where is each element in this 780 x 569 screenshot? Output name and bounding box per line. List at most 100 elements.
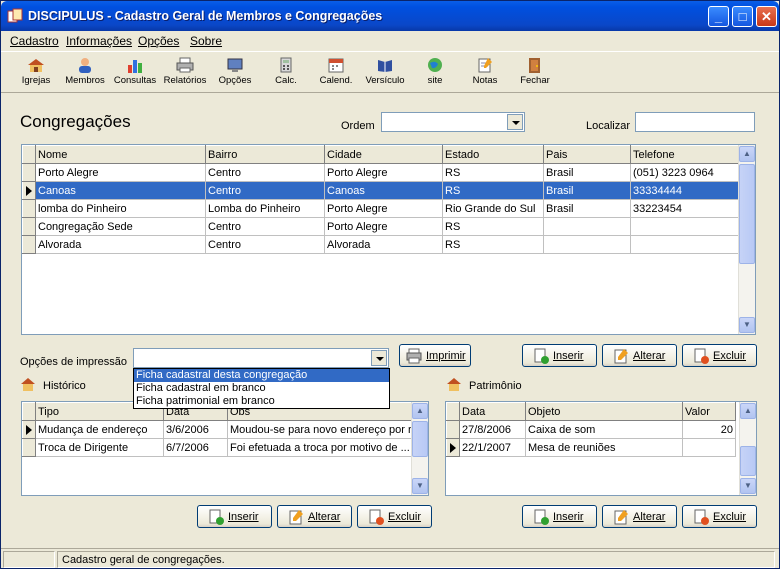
- minimize-button[interactable]: _: [708, 6, 729, 27]
- scroll-up-icon[interactable]: ▲: [739, 146, 755, 162]
- print-option[interactable]: Ficha cadastral desta congregação: [134, 369, 389, 382]
- table-cell[interactable]: RS: [442, 217, 544, 236]
- table-cell[interactable]: Porto Alegre: [35, 163, 206, 182]
- table-cell[interactable]: Porto Alegre: [324, 163, 443, 182]
- maximize-button[interactable]: □: [732, 6, 753, 27]
- table-cell[interactable]: [543, 217, 631, 236]
- congregations-column-header[interactable]: Nome: [35, 145, 206, 164]
- table-cell[interactable]: Centro: [205, 163, 325, 182]
- patrimony-insert-button[interactable]: Inserir: [522, 505, 597, 528]
- toolbar-igrejas-button[interactable]: Igrejas: [11, 55, 61, 91]
- row-indicator[interactable]: [446, 438, 460, 457]
- table-cell[interactable]: Rio Grande do Sul: [442, 199, 544, 218]
- congregations-column-header[interactable]: Telefone: [630, 145, 739, 164]
- row-indicator[interactable]: [22, 438, 36, 457]
- menu-sobre[interactable]: Sobre: [190, 34, 222, 48]
- toolbar-consultas-button[interactable]: Consultas: [110, 55, 160, 91]
- history-edit-button[interactable]: Alterar: [277, 505, 352, 528]
- patrimony-column-header[interactable]: Data: [459, 402, 526, 421]
- patrimony-scrollbar[interactable]: ▲ ▼: [739, 402, 756, 495]
- table-row[interactable]: Porto Alegre Centro Porto Alegre RS Brasil (0…: [22, 163, 739, 182]
- history-scrollbar[interactable]: ▲ ▼: [411, 402, 428, 495]
- congregation-edit-button[interactable]: Alterar: [602, 344, 677, 367]
- table-cell[interactable]: Porto Alegre: [324, 199, 443, 218]
- table-row[interactable]: Congregação Sede Centro Porto Alegre RS: [22, 217, 739, 236]
- table-cell[interactable]: (051) 3223 0964: [630, 163, 739, 182]
- table-cell[interactable]: Brasil: [543, 199, 631, 218]
- table-cell[interactable]: RS: [442, 235, 544, 254]
- table-cell[interactable]: 33223454: [630, 199, 739, 218]
- menu-opcoes[interactable]: Opções: [138, 34, 179, 48]
- row-indicator[interactable]: [22, 181, 36, 200]
- table-cell[interactable]: Canoas: [324, 181, 443, 200]
- table-cell[interactable]: [682, 438, 736, 457]
- patrimony-column-header[interactable]: Objeto: [525, 402, 683, 421]
- table-cell[interactable]: Centro: [205, 235, 325, 254]
- print-options-select[interactable]: [133, 348, 389, 368]
- history-grid[interactable]: Tipo Data Obs Mudança de endereço 3/6/2006 M…: [21, 401, 429, 496]
- history-insert-button[interactable]: Inserir: [197, 505, 272, 528]
- scroll-up-icon[interactable]: ▲: [740, 403, 756, 419]
- toolbar-site-button[interactable]: site: [410, 55, 460, 91]
- table-cell[interactable]: [630, 217, 739, 236]
- toolbar-calc-button[interactable]: Calc.: [261, 55, 311, 91]
- table-row[interactable]: 22/1/2007 Mesa de reuniões: [446, 438, 736, 457]
- toolbar-notas-button[interactable]: Notas: [460, 55, 510, 91]
- table-row[interactable]: 27/8/2006 Caixa de som 20: [446, 420, 736, 439]
- table-cell[interactable]: RS: [442, 163, 544, 182]
- table-cell[interactable]: Canoas: [35, 181, 206, 200]
- table-cell[interactable]: 22/1/2007: [459, 438, 526, 457]
- table-row[interactable]: Troca de Dirigente 6/7/2006 Foi efetuada a…: [22, 438, 415, 457]
- table-cell[interactable]: lomba do Pinheiro: [35, 199, 206, 218]
- row-indicator[interactable]: [22, 235, 36, 254]
- table-cell[interactable]: 6/7/2006: [163, 438, 228, 457]
- table-row[interactable]: lomba do Pinheiro Lomba do Pinheiro Porto …: [22, 199, 739, 218]
- scroll-down-icon[interactable]: ▼: [740, 478, 756, 494]
- toolbar-relatorios-button[interactable]: Relatórios: [160, 55, 210, 91]
- print-button[interactable]: Imprimir: [399, 344, 471, 367]
- table-cell[interactable]: Mesa de reuniões: [525, 438, 683, 457]
- table-cell[interactable]: Brasil: [543, 181, 631, 200]
- chevron-down-icon[interactable]: [507, 114, 523, 130]
- print-option[interactable]: Ficha cadastral em branco: [134, 382, 389, 395]
- congregations-grid[interactable]: Nome Bairro Cidade Estado Pais Telefone Porto…: [21, 144, 756, 335]
- row-indicator[interactable]: [446, 420, 460, 439]
- congregations-column-header[interactable]: Cidade: [324, 145, 443, 164]
- patrimony-delete-button[interactable]: Excluir: [682, 505, 757, 528]
- menu-informacoes[interactable]: Informações: [66, 34, 132, 48]
- row-indicator[interactable]: [22, 163, 36, 182]
- toolbar-membros-button[interactable]: Membros: [60, 55, 110, 91]
- congregation-insert-button[interactable]: Inserir: [522, 344, 597, 367]
- table-cell[interactable]: Lomba do Pinheiro: [205, 199, 325, 218]
- table-cell[interactable]: Foi efetuada a troca por motivo de ...: [227, 438, 415, 457]
- row-indicator[interactable]: [22, 420, 36, 439]
- table-cell[interactable]: Mudança de endereço: [35, 420, 164, 439]
- chevron-down-icon[interactable]: [371, 350, 387, 366]
- congregations-column-header[interactable]: Estado: [442, 145, 544, 164]
- congregations-column-header[interactable]: Bairro: [205, 145, 325, 164]
- patrimony-column-header[interactable]: Valor: [682, 402, 736, 421]
- scroll-down-icon[interactable]: ▼: [739, 317, 755, 333]
- toolbar-versiculo-button[interactable]: Versículo: [360, 55, 410, 91]
- row-indicator[interactable]: [22, 217, 36, 236]
- title-bar[interactable]: DISCIPULUS - Cadastro Geral de Membros e…: [1, 1, 779, 31]
- scroll-thumb[interactable]: [739, 164, 755, 264]
- scroll-up-icon[interactable]: ▲: [412, 403, 428, 419]
- search-input[interactable]: [635, 112, 755, 132]
- order-select[interactable]: [381, 112, 525, 132]
- history-delete-button[interactable]: Excluir: [357, 505, 432, 528]
- toolbar-opcoes-button[interactable]: Opções: [210, 55, 260, 91]
- patrimony-edit-button[interactable]: Alterar: [602, 505, 677, 528]
- table-cell[interactable]: Brasil: [543, 163, 631, 182]
- scroll-down-icon[interactable]: ▼: [412, 478, 428, 494]
- table-cell[interactable]: Moudou-se para novo endereço por r: [227, 420, 415, 439]
- table-cell[interactable]: [543, 235, 631, 254]
- table-cell[interactable]: Troca de Dirigente: [35, 438, 164, 457]
- table-cell[interactable]: Centro: [205, 181, 325, 200]
- toolbar-calend-button[interactable]: Calend.: [311, 55, 361, 91]
- scroll-thumb[interactable]: [740, 446, 756, 476]
- table-cell[interactable]: 20: [682, 420, 736, 439]
- table-cell[interactable]: RS: [442, 181, 544, 200]
- table-cell[interactable]: Centro: [205, 217, 325, 236]
- scroll-thumb[interactable]: [412, 421, 428, 457]
